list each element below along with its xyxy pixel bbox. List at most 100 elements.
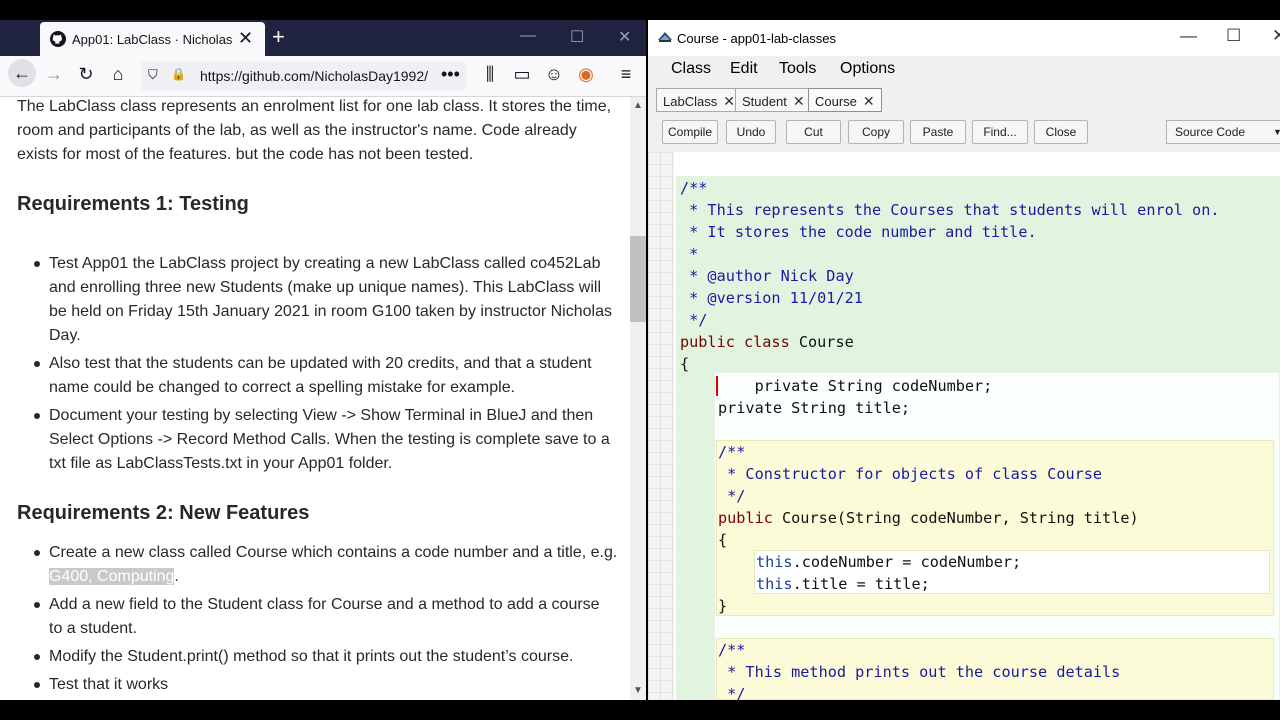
- browser-window: App01: LabClass · NicholasDay ✕ + — ☐ ✕ …: [0, 20, 646, 700]
- menu-options[interactable]: Options: [840, 60, 895, 78]
- compile-button[interactable]: Compile: [662, 120, 718, 144]
- cut-button[interactable]: Cut: [786, 120, 841, 144]
- code-line: /**: [718, 443, 746, 461]
- find-button[interactable]: Find...: [972, 120, 1028, 144]
- bullet: [34, 261, 40, 267]
- tab-label: Course: [815, 94, 857, 109]
- reload-icon[interactable]: ↻: [74, 64, 98, 85]
- account-icon[interactable]: ☺: [542, 64, 566, 85]
- constructor-signature: Course(String codeNumber, String title): [772, 509, 1139, 527]
- code-line: /**: [718, 641, 746, 659]
- code-line: */: [718, 685, 746, 700]
- tab-label: Student: [742, 94, 787, 109]
- tab-student[interactable]: Student ✕: [735, 88, 812, 112]
- code-line: * This represents the Courses that stude…: [680, 201, 1220, 219]
- home-icon[interactable]: ⌂: [106, 64, 130, 85]
- list-item: Test that it works: [49, 676, 169, 693]
- scrollbar-thumb[interactable]: [630, 236, 646, 322]
- chevron-down-icon: ▼: [1273, 127, 1280, 137]
- list-item-suffix: .: [174, 568, 179, 585]
- scrollbar[interactable]: [630, 97, 646, 700]
- intro-paragraph: The LabClass class represents an enrolme…: [17, 98, 612, 163]
- bullet: [34, 361, 40, 367]
- github-icon: [50, 31, 66, 47]
- code-line: * This method prints out the course deta…: [718, 663, 1121, 681]
- url-text[interactable]: https://github.com/NicholasDay1992/: [200, 68, 438, 84]
- keyword: public: [718, 509, 773, 527]
- close-window-icon[interactable]: ✕: [1272, 26, 1280, 46]
- list-item: Test App01 the LabClass project by creat…: [49, 255, 612, 344]
- list-item: Document your testing by selecting View …: [49, 407, 610, 472]
- tab-labclass[interactable]: LabClass ✕: [656, 88, 742, 112]
- highlighted-text: G400, Computing: [49, 568, 175, 585]
- paste-button[interactable]: Paste: [910, 120, 966, 144]
- copy-button[interactable]: Copy: [848, 120, 904, 144]
- code-line: }: [718, 597, 728, 615]
- tab-course[interactable]: Course ✕: [808, 88, 882, 112]
- menu-bar: Class Edit Tools Options: [648, 56, 1280, 84]
- keyword: public class: [680, 333, 790, 351]
- code-line: * @author Nick Day: [680, 267, 854, 285]
- view-select[interactable]: Source Code ▼: [1166, 120, 1280, 144]
- minimize-icon[interactable]: —: [520, 27, 536, 45]
- code-line: {: [680, 355, 690, 373]
- code-editor[interactable]: /** * This represents the Courses that s…: [648, 152, 1280, 700]
- browser-toolbar: ← → ↻ ⌂ ⛉ 🔒 https://github.com/NicholasD…: [0, 56, 646, 97]
- code-line: * @version 11/01/21: [680, 289, 863, 307]
- close-window-icon[interactable]: ✕: [618, 27, 631, 47]
- readme-content: The LabClass class represents an enrolme…: [0, 97, 630, 700]
- code-line: {: [718, 531, 728, 549]
- close-tab-icon[interactable]: ✕: [723, 93, 735, 109]
- editor-tabs: LabClass ✕ Student ✕ Course ✕: [648, 84, 1280, 115]
- bluej-editor-window: Course - app01-lab-classes — ☐ ✕ Class E…: [648, 20, 1280, 700]
- menu-edit[interactable]: Edit: [730, 60, 758, 78]
- code-line: */: [680, 311, 708, 329]
- statement: .title = title;: [792, 575, 930, 593]
- close-button[interactable]: Close: [1034, 120, 1088, 144]
- list-item-text: Create a new class called Course which c…: [49, 544, 618, 561]
- maximize-icon[interactable]: ☐: [1226, 26, 1241, 46]
- code-line: this.title = title;: [756, 573, 930, 595]
- maximize-icon[interactable]: ☐: [570, 27, 584, 47]
- bullet: [34, 413, 40, 419]
- lock-icon[interactable]: 🔒: [171, 67, 186, 81]
- bullet: [34, 602, 40, 608]
- back-icon[interactable]: ←: [8, 59, 36, 87]
- menu-class[interactable]: Class: [671, 60, 711, 78]
- list-item: Modify the Student.print() method so tha…: [49, 648, 574, 665]
- heading-requirements-1: Requirements 1: Testing: [17, 193, 249, 215]
- extension-icon[interactable]: ◉: [574, 64, 598, 85]
- view-select-value: Source Code: [1175, 125, 1246, 139]
- browser-tab[interactable]: App01: LabClass · NicholasDay ✕: [40, 22, 265, 56]
- scroll-up-icon[interactable]: ▲: [633, 100, 643, 111]
- tab-title: App01: LabClass · NicholasDay: [72, 32, 232, 47]
- code-line: public Course(String codeNumber, String …: [718, 507, 1139, 529]
- code-line: */: [718, 487, 746, 505]
- bullet: [34, 654, 40, 660]
- minimize-icon[interactable]: —: [1180, 26, 1197, 46]
- list-item: Also test that the students can be updat…: [49, 355, 592, 396]
- undo-button[interactable]: Undo: [726, 120, 776, 144]
- page-actions-icon[interactable]: •••: [441, 64, 460, 85]
- close-tab-icon[interactable]: ✕: [863, 93, 875, 109]
- list-item: Add a new field to the Student class for…: [49, 596, 600, 637]
- library-icon[interactable]: ⫼: [478, 64, 502, 85]
- close-tab-icon[interactable]: ✕: [793, 93, 805, 109]
- keyword: this: [756, 553, 793, 571]
- new-tab-button[interactable]: +: [272, 24, 285, 50]
- code-line: private String codeNumber;: [718, 377, 993, 395]
- sidebar-icon[interactable]: ▭: [510, 64, 534, 85]
- window-title-bar: Course - app01-lab-classes — ☐ ✕: [648, 20, 1280, 56]
- address-bar[interactable]: ⛉ 🔒 https://github.com/NicholasDay1992/ …: [141, 61, 466, 91]
- forward-icon[interactable]: →: [42, 64, 66, 85]
- close-tab-icon[interactable]: ✕: [238, 28, 253, 49]
- editor-toolbar: Compile Undo Cut Copy Paste Find... Clos…: [648, 114, 1280, 150]
- list-item: Create a new class called Course which c…: [49, 541, 619, 589]
- menu-tools[interactable]: Tools: [779, 60, 816, 78]
- scroll-down-icon[interactable]: ▼: [633, 685, 643, 696]
- code-line: /**: [680, 179, 708, 197]
- tracking-shield-icon[interactable]: ⛉: [148, 67, 158, 83]
- bullet: [34, 550, 40, 556]
- menu-icon[interactable]: ≡: [614, 64, 638, 85]
- code-line: this.codeNumber = codeNumber;: [756, 551, 1021, 573]
